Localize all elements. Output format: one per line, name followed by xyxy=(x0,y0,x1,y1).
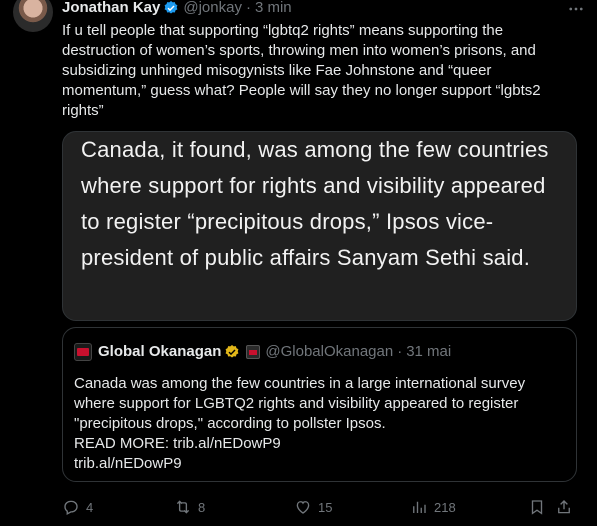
header-separator: · xyxy=(245,0,251,16)
image-quote-text: Canada, it found, was among the few coun… xyxy=(81,137,549,270)
author-name[interactable]: Jonathan Kay xyxy=(62,0,160,17)
repost-count: 8 xyxy=(198,499,206,515)
quoted-line: where support for LGBTQ2 rights and visi… xyxy=(74,395,519,412)
global-okanagan-avatar[interactable] xyxy=(74,343,92,361)
reply-count: 4 xyxy=(86,499,94,515)
tweet-header: Jonathan Kay @jonkay · 3 min xyxy=(62,0,292,17)
affiliate-badge-icon xyxy=(246,345,261,359)
quoted-author-name[interactable]: Global Okanagan xyxy=(98,343,221,361)
like-icon xyxy=(296,501,310,514)
repost-button[interactable]: 8 xyxy=(174,496,205,518)
verified-badge-icon xyxy=(164,1,178,14)
quoted-line: READ MORE: trib.al/nEDowP9 xyxy=(74,435,281,452)
quoted-tweet-text: Canada was among the few countries in a … xyxy=(74,374,569,474)
bookmark-icon xyxy=(531,500,543,515)
tweet-text: If u tell people that supporting “lgbtq2… xyxy=(62,22,541,119)
repost-icon xyxy=(176,500,190,514)
more-icon[interactable] xyxy=(565,0,587,20)
quoted-line: Canada was among the few countries in a … xyxy=(74,375,526,392)
quoted-link[interactable]: trib.al/nEDowP9 xyxy=(74,454,569,474)
attached-image[interactable]: Canada, it found, was among the few coun… xyxy=(62,131,577,321)
quoted-timestamp[interactable]: 31 mai xyxy=(406,343,451,361)
share-button[interactable] xyxy=(555,496,573,518)
views-count: 218 xyxy=(434,499,456,515)
bookmark-button[interactable] xyxy=(528,496,546,518)
quoted-tweet-header: Global Okanagan @GlobalOkanagan · 31 mai xyxy=(74,343,451,361)
gold-verified-badge-icon xyxy=(225,345,239,358)
tweet-timestamp[interactable]: 3 min xyxy=(255,0,292,17)
views-button[interactable]: 218 xyxy=(410,496,456,518)
quoted-line: "precipitous drops," according to pollst… xyxy=(74,415,386,432)
views-icon xyxy=(413,501,426,513)
reply-button[interactable]: 4 xyxy=(62,496,93,518)
reply-icon xyxy=(64,500,78,516)
author-avatar[interactable] xyxy=(13,0,53,32)
author-handle[interactable]: @jonkay xyxy=(183,0,242,17)
share-icon xyxy=(558,500,570,514)
like-count: 15 xyxy=(318,499,333,515)
quoted-author-handle[interactable]: @GlobalOkanagan xyxy=(265,343,393,361)
quoted-separator: · xyxy=(397,343,403,360)
like-button[interactable]: 15 xyxy=(294,496,332,518)
more-dots-icon xyxy=(569,7,583,11)
action-bar: 4 8 15 218 xyxy=(62,496,577,518)
quoted-tweet[interactable]: Global Okanagan @GlobalOkanagan · 31 mai… xyxy=(62,327,577,482)
